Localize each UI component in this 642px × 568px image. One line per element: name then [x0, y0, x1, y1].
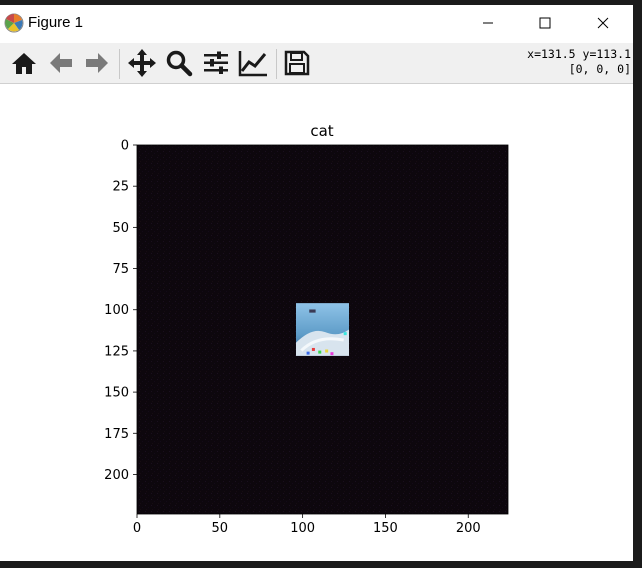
- save-button[interactable]: [281, 47, 313, 79]
- image-axes[interactable]: [136, 144, 509, 515]
- inset-dark-spot: [309, 309, 316, 313]
- cursor-xy: x=131.5 y=113.1: [527, 47, 631, 61]
- matplotlib-logo-icon: [4, 13, 24, 33]
- y-tick-label: 200: [104, 468, 129, 483]
- forward-button[interactable]: [81, 47, 113, 79]
- figure-canvas[interactable]: cat 0 50 100 150 200 0 25 50 75 100 125 150 175 200: [0, 84, 633, 561]
- customize-icon: [238, 51, 267, 77]
- inset-pixel: [311, 347, 315, 351]
- y-tick-label: 125: [104, 344, 129, 359]
- subplots-button[interactable]: [200, 47, 232, 79]
- y-tick-label: 150: [104, 386, 129, 401]
- y-tick-label: 50: [112, 221, 129, 236]
- plot-title: cat: [310, 122, 333, 140]
- minimize-icon: [483, 22, 493, 24]
- save-icon: [284, 50, 310, 76]
- x-axis: 0 50 100 150 200: [133, 514, 481, 536]
- plot-svg[interactable]: cat 0 50 100 150 200 0 25 50 75 100 125 150 175 200: [0, 84, 633, 561]
- window-title: Figure 1: [28, 14, 84, 31]
- y-axis: 0 25 50 75 100 125 150 175 200: [104, 139, 137, 483]
- x-tick-label: 50: [212, 521, 229, 536]
- back-button[interactable]: [45, 47, 77, 79]
- cursor-coordinates: x=131.5 y=113.1 [0, 0, 0]: [527, 47, 631, 77]
- home-icon: [12, 53, 36, 74]
- forward-icon: [86, 53, 108, 73]
- x-tick-label: 0: [133, 521, 141, 536]
- window-frame-bottom: [0, 561, 642, 568]
- x-tick-label: 150: [373, 521, 398, 536]
- y-tick-label: 100: [104, 303, 129, 318]
- y-tick-label: 175: [104, 427, 129, 442]
- inset-pixel: [325, 349, 329, 353]
- maximize-icon: [539, 17, 551, 29]
- title-bar[interactable]: Figure 1: [0, 5, 633, 41]
- figure-window: Figure 1 x=131.5 y=113.1 [0, 0, 0] cat 0…: [0, 5, 633, 561]
- y-tick-label: 0: [121, 139, 129, 154]
- close-button[interactable]: [580, 5, 626, 41]
- maximize-button[interactable]: [522, 5, 568, 41]
- back-icon: [50, 53, 72, 73]
- x-tick-label: 200: [456, 521, 481, 536]
- y-tick-label: 75: [112, 262, 129, 277]
- close-icon: [597, 17, 609, 29]
- subplots-icon: [204, 51, 228, 74]
- zoom-button[interactable]: [163, 47, 195, 79]
- inset-pixel: [306, 351, 310, 355]
- image-inset-patch: [296, 303, 349, 356]
- y-tick-label: 25: [112, 180, 129, 195]
- inset-pixel: [330, 352, 334, 356]
- inset-pixel: [318, 350, 322, 354]
- home-button[interactable]: [8, 47, 40, 79]
- x-tick-label: 100: [290, 521, 315, 536]
- navigation-toolbar: x=131.5 y=113.1 [0, 0, 0]: [0, 43, 633, 84]
- cursor-pixel-value: [0, 0, 0]: [568, 62, 631, 76]
- inset-pixel: [343, 332, 347, 336]
- toolbar-separator: [276, 49, 277, 79]
- pan-button[interactable]: [126, 47, 158, 79]
- customize-button[interactable]: [237, 47, 269, 79]
- minimize-button[interactable]: [465, 5, 511, 41]
- toolbar-separator: [119, 49, 120, 79]
- window-frame-right: [633, 0, 642, 568]
- pan-icon: [128, 49, 156, 77]
- zoom-icon: [166, 50, 193, 77]
